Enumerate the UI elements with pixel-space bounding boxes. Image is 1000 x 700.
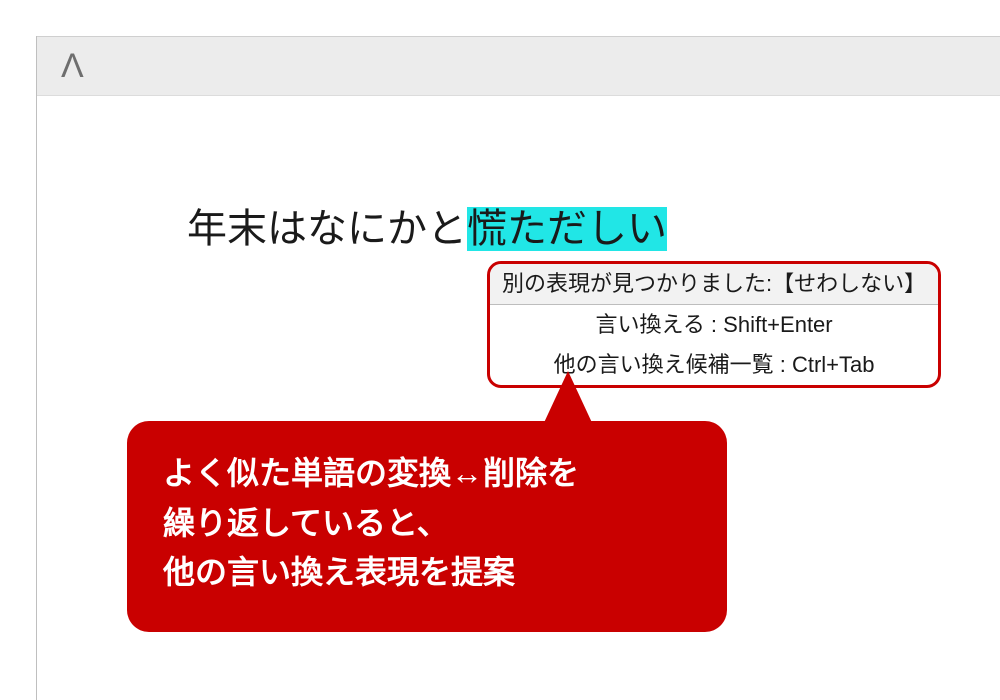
suggestion-tooltip: 別の表現が見つかりました:【せわしない】 言い換える : Shift+Enter… — [487, 261, 941, 388]
document-area[interactable]: 年末はなにかと慌ただしい 別の表現が見つかりました:【せわしない】 言い換える … — [37, 96, 1000, 700]
explanation-callout: よく似た単語の変換↔削除を 繰り返していると、 他の言い換え表現を提案 — [127, 421, 727, 632]
callout-tail-icon — [542, 371, 594, 427]
editor-prefix-text: 年末はなにかと — [187, 207, 467, 251]
editor-highlighted-word[interactable]: 慌ただしい — [467, 207, 667, 251]
app-window: Λ 年末はなにかと慌ただしい 別の表現が見つかりました:【せわしない】 言い換え… — [36, 36, 1000, 700]
callout-line-1: よく似た単語の変換↔削除を — [163, 449, 691, 499]
tooltip-found-expression: 別の表現が見つかりました:【せわしない】 — [490, 264, 938, 305]
editor-text-line[interactable]: 年末はなにかと慌ただしい — [187, 196, 667, 254]
app-logo-icon: Λ — [61, 47, 84, 86]
callout-line-2: 繰り返していると、 — [163, 499, 691, 549]
toolbar: Λ — [37, 36, 1000, 96]
callout-line-3: 他の言い換え表現を提案 — [163, 548, 691, 598]
tooltip-replace-shortcut: 言い換える : Shift+Enter — [490, 305, 938, 345]
